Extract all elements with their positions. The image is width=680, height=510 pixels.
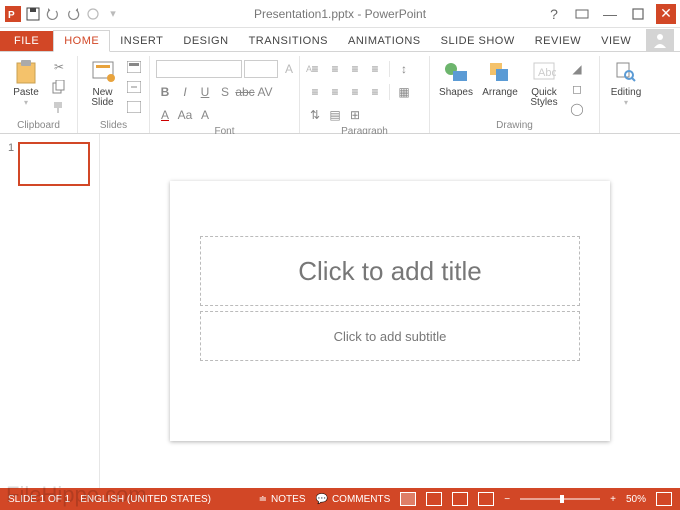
group-label-drawing: Drawing xyxy=(436,120,593,133)
user-account-icon[interactable] xyxy=(646,29,674,51)
strikethrough-icon[interactable]: abc xyxy=(236,83,254,101)
font-family-select[interactable] xyxy=(156,60,242,78)
chevron-down-icon: ▾ xyxy=(624,98,628,107)
align-right-icon[interactable]: ≡ xyxy=(346,83,364,101)
tab-slide-show[interactable]: SLIDE SHOW xyxy=(431,31,525,51)
justify-icon[interactable]: ≡ xyxy=(366,83,384,101)
editing-button[interactable]: Editing ▾ xyxy=(606,56,646,107)
underline-icon[interactable]: U xyxy=(196,83,214,101)
shape-outline-icon[interactable]: ◻ xyxy=(568,80,586,98)
language-status[interactable]: ENGLISH (UNITED STATES) xyxy=(80,494,211,505)
title-placeholder[interactable]: Click to add title xyxy=(200,236,580,306)
comments-button[interactable]: 💬 COMMENTS xyxy=(316,494,391,505)
arrange-button[interactable]: Arrange xyxy=(480,56,520,98)
cut-icon[interactable]: ✂ xyxy=(50,58,68,76)
tab-transitions[interactable]: TRANSITIONS xyxy=(239,31,338,51)
find-icon xyxy=(612,58,640,86)
minimize-icon[interactable]: — xyxy=(600,4,620,24)
copy-icon[interactable] xyxy=(50,78,68,96)
align-left-icon[interactable]: ≡ xyxy=(306,83,324,101)
svg-text:P: P xyxy=(8,10,15,21)
tab-file[interactable]: FILE xyxy=(0,31,53,51)
clear-format-icon[interactable]: A xyxy=(196,106,214,124)
shapes-button[interactable]: Shapes xyxy=(436,56,476,98)
qat-dropdown-icon[interactable]: ▾ xyxy=(104,5,122,23)
tab-design[interactable]: DESIGN xyxy=(173,31,238,51)
redo-icon[interactable] xyxy=(64,5,82,23)
tab-insert[interactable]: INSERT xyxy=(110,31,173,51)
notes-button[interactable]: ≐ NOTES xyxy=(259,494,306,505)
slide-sorter-view-icon[interactable] xyxy=(426,492,442,506)
bullets-icon[interactable]: ≡ xyxy=(306,60,324,78)
tab-animations[interactable]: ANIMATIONS xyxy=(338,31,431,51)
bold-icon[interactable]: B xyxy=(156,83,174,101)
subtitle-placeholder[interactable]: Click to add subtitle xyxy=(200,311,580,361)
shapes-icon xyxy=(442,58,470,86)
maximize-icon[interactable] xyxy=(628,4,648,24)
smartart-icon[interactable]: ⊞ xyxy=(346,106,364,124)
font-color-icon[interactable]: A xyxy=(156,106,174,124)
new-slide-button[interactable]: New Slide xyxy=(84,56,121,108)
shape-fill-icon[interactable]: ◢ xyxy=(568,60,586,78)
normal-view-icon[interactable] xyxy=(400,492,416,506)
window-title: Presentation1.pptx - PowerPoint xyxy=(254,7,426,21)
powerpoint-icon: P xyxy=(4,5,22,23)
shape-effects-icon[interactable]: ◯ xyxy=(568,100,586,118)
spacing-icon[interactable]: AV xyxy=(256,83,274,101)
slide-canvas-area[interactable]: Click to add title Click to add subtitle xyxy=(100,134,680,488)
format-painter-icon[interactable] xyxy=(50,98,68,116)
thumb-number: 1 xyxy=(8,142,14,186)
shadow-icon[interactable]: S xyxy=(216,83,234,101)
zoom-slider[interactable] xyxy=(520,498,600,500)
slide-counter[interactable]: SLIDE 1 OF 1 xyxy=(8,494,70,505)
zoom-out-icon[interactable]: − xyxy=(504,494,510,505)
columns-icon[interactable]: ▦ xyxy=(395,83,413,101)
slide-thumbnails-panel[interactable]: 1 xyxy=(0,134,100,488)
repeat-icon[interactable] xyxy=(84,5,102,23)
numbering-icon[interactable]: ≡ xyxy=(326,60,344,78)
tab-home[interactable]: HOME xyxy=(53,30,110,52)
arrange-icon xyxy=(486,58,514,86)
tab-view[interactable]: VIEW xyxy=(591,31,641,51)
decrease-indent-icon[interactable]: ≡ xyxy=(346,60,364,78)
zoom-in-icon[interactable]: + xyxy=(610,494,616,505)
zoom-level[interactable]: 50% xyxy=(626,494,646,505)
increase-font-icon[interactable]: A xyxy=(280,60,298,78)
align-text-icon[interactable]: ▤ xyxy=(326,106,344,124)
ribbon-display-icon[interactable] xyxy=(572,4,592,24)
close-icon[interactable]: ✕ xyxy=(656,4,676,24)
section-icon[interactable] xyxy=(125,98,143,116)
help-icon[interactable]: ? xyxy=(544,4,564,24)
font-size-select[interactable] xyxy=(244,60,278,78)
change-case-icon[interactable]: Aa xyxy=(176,106,194,124)
slide-thumbnail-1[interactable] xyxy=(18,142,90,186)
save-icon[interactable] xyxy=(24,5,42,23)
reading-view-icon[interactable] xyxy=(452,492,468,506)
text-direction-icon[interactable]: ↕ xyxy=(395,60,413,78)
quick-styles-button[interactable]: Abc Quick Styles xyxy=(524,56,564,108)
slideshow-view-icon[interactable] xyxy=(478,492,494,506)
group-label-slides: Slides xyxy=(84,120,143,133)
paste-button[interactable]: Paste ▾ xyxy=(6,56,46,107)
increase-indent-icon[interactable]: ≡ xyxy=(366,60,384,78)
quick-styles-icon: Abc xyxy=(530,58,558,86)
line-spacing-icon[interactable]: ⇅ xyxy=(306,106,324,124)
fit-to-window-icon[interactable] xyxy=(656,492,672,506)
group-label-clipboard: Clipboard xyxy=(6,120,71,133)
svg-text:Abc: Abc xyxy=(538,67,556,79)
slide: Click to add title Click to add subtitle xyxy=(170,181,610,441)
italic-icon[interactable]: I xyxy=(176,83,194,101)
new-slide-icon xyxy=(89,58,117,86)
layout-icon[interactable] xyxy=(125,58,143,76)
tab-review[interactable]: REVIEW xyxy=(525,31,591,51)
clipboard-icon xyxy=(12,58,40,86)
align-center-icon[interactable]: ≡ xyxy=(326,83,344,101)
undo-icon[interactable] xyxy=(44,5,62,23)
chevron-down-icon: ▾ xyxy=(24,98,28,107)
reset-icon[interactable] xyxy=(125,78,143,96)
